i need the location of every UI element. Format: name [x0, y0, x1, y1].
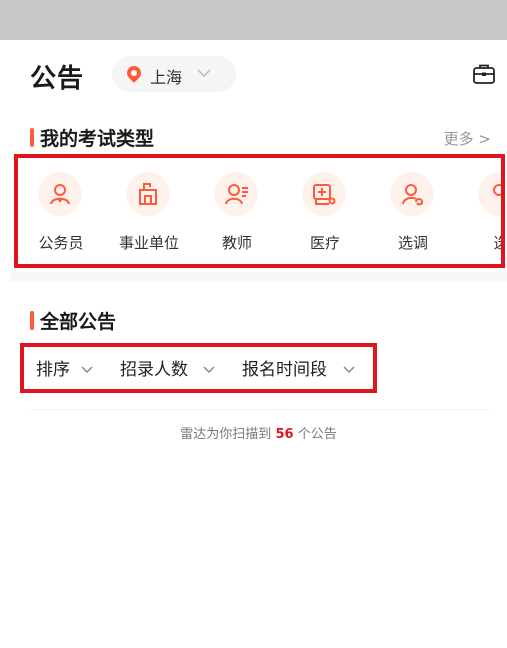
chevron-down-icon	[343, 366, 355, 374]
exam-item-label: 选	[466, 232, 501, 253]
chevron-down-icon	[203, 366, 215, 374]
location-pin-icon	[124, 63, 144, 83]
section-accent-bar	[30, 128, 34, 147]
exam-item-label: 医疗	[309, 234, 340, 252]
institution-building-icon	[139, 183, 157, 205]
exam-icon-circle	[38, 172, 82, 216]
more-link[interactable]: 更多 >	[444, 128, 491, 149]
exam-type-header: 我的考试类型 更多 >	[30, 124, 495, 152]
exam-icon-circle	[126, 172, 170, 216]
filter-headcount[interactable]: 招录人数	[120, 355, 215, 381]
exam-item-transfer[interactable]: 选调	[378, 158, 448, 264]
section-separator	[10, 272, 507, 282]
filter-bar: 排序 招录人数 报名时间段	[20, 343, 377, 393]
exam-icon-circle	[302, 172, 346, 216]
briefcase-icon[interactable]	[472, 62, 496, 86]
exam-item-label: 选调	[397, 234, 428, 252]
exam-icon-circle	[390, 172, 434, 216]
section-accent-bar	[30, 311, 34, 330]
filter-registration-period[interactable]: 报名时间段	[242, 355, 355, 381]
city-label: 上海	[150, 68, 183, 87]
exam-item-label: 事业单位	[118, 234, 179, 252]
page-title: 公告	[30, 64, 85, 94]
announcement-page: 公告 上海 我的考试类型 更多 > 公务员 事业单位 教师 医疗 选调 全部公告…	[10, 40, 507, 648]
exam-type-list: 公务员 事业单位 教师 医疗 选调	[14, 154, 505, 268]
divider	[30, 409, 489, 410]
exam-item-civil-servant[interactable]: 公务员	[26, 158, 96, 264]
exam-item-teacher[interactable]: 教师	[202, 158, 272, 264]
exam-item-label: 教师	[221, 234, 252, 252]
exam-item-label: 公务员	[38, 234, 84, 252]
exam-item-partial[interactable]: 选	[466, 158, 501, 264]
all-announcements-header: 全部公告	[30, 307, 495, 335]
exam-type-title: 我的考试类型	[40, 128, 155, 150]
partial-item-icon	[493, 184, 501, 196]
exam-item-medical[interactable]: 医疗	[290, 158, 360, 264]
filter-label: 招录人数	[120, 360, 188, 380]
teacher-icon	[225, 184, 248, 205]
radar-prefix: 雷达为你扫描到	[180, 427, 272, 442]
medical-icon	[313, 184, 336, 205]
radar-scan-summary: 雷达为你扫描到 56 个公告	[10, 423, 507, 442]
city-selector[interactable]: 上海	[112, 56, 236, 92]
filter-label: 报名时间段	[242, 360, 327, 380]
radar-count: 56	[275, 427, 294, 442]
chevron-down-icon	[197, 69, 211, 78]
page-header: 公告 上海	[30, 56, 495, 96]
radar-suffix: 个公告	[297, 427, 337, 442]
civil-servant-icon	[50, 184, 70, 205]
transfer-icon	[402, 184, 424, 206]
all-announcements-title: 全部公告	[40, 311, 117, 333]
filter-label: 排序	[36, 360, 70, 380]
exam-item-institution[interactable]: 事业单位	[114, 158, 184, 264]
filter-sort[interactable]: 排序	[36, 355, 93, 381]
exam-icon-circle	[214, 172, 258, 216]
chevron-down-icon	[81, 366, 93, 374]
exam-icon-circle	[478, 172, 501, 216]
status-bar	[0, 0, 507, 40]
